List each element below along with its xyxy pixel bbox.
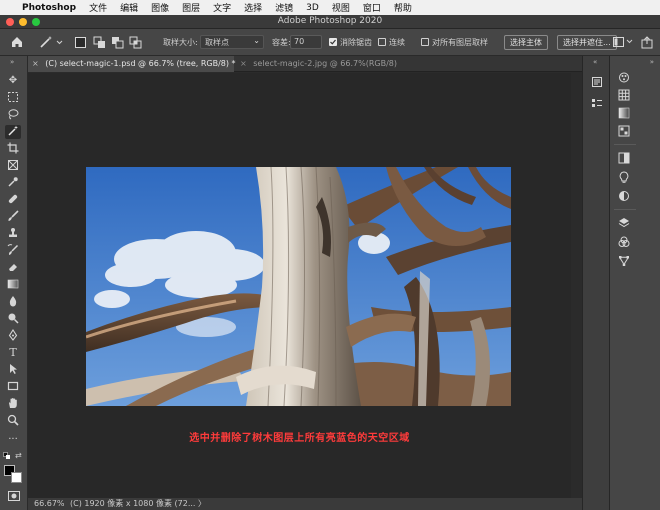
tutorial-caption: 选中并删除了树木图层上所有亮蓝色的天空区域 <box>189 433 410 444</box>
tab-select-magic-1[interactable]: × (C) select-magic-1.psd @ 66.7% (tree, … <box>28 56 236 72</box>
collapse-strip-icon[interactable]: « <box>593 58 597 66</box>
type-tool-icon[interactable]: T <box>5 346 21 360</box>
default-colors-icon[interactable] <box>3 452 11 460</box>
frame-tool-icon[interactable] <box>5 159 21 173</box>
sample-size-label: 取样大小: <box>163 38 198 47</box>
options-bar: 取样大小: 取样点 ⌄ 容差: 70 消除锯齿 连续 对所有图层取样 选择主体 … <box>0 29 660 56</box>
mac-menu-bar: Photoshop 文件 编辑 图像 图层 文字 选择 滤镜 3D 视图 窗口 … <box>0 0 660 15</box>
tab-label: (C) select-magic-1.psd @ 66.7% (tree, RG… <box>45 59 236 68</box>
brush-tool-icon[interactable] <box>5 210 21 224</box>
contiguous-checkbox[interactable] <box>378 38 386 46</box>
gradient-tool-icon[interactable] <box>5 278 21 292</box>
canvas-area[interactable]: 选中并删除了树木图层上所有亮蓝色的天空区域 <box>28 73 571 498</box>
menu-3d[interactable]: 3D <box>306 3 319 13</box>
tab-label: select-magic-2.jpg @ 66.7%(RGB/8) <box>253 59 397 68</box>
menu-window[interactable]: 窗口 <box>363 1 381 14</box>
eraser-tool-icon[interactable] <box>5 261 21 275</box>
intersect-selection-icon[interactable] <box>129 36 142 49</box>
expand-panels-icon[interactable]: » <box>650 58 654 66</box>
select-subject-button[interactable]: 选择主体 <box>504 35 548 50</box>
gradients-panel-icon[interactable] <box>617 107 631 120</box>
menu-select[interactable]: 选择 <box>244 1 262 14</box>
sample-size-select[interactable]: 取样点 ⌄ <box>200 35 264 49</box>
panels-dock: » <box>610 56 660 510</box>
tolerance-input[interactable]: 70 <box>290 35 322 49</box>
menu-view[interactable]: 视图 <box>332 1 350 14</box>
tab-select-magic-2[interactable]: × select-magic-2.jpg @ 66.7%(RGB/8) <box>236 56 416 72</box>
styles-panel-icon[interactable] <box>617 190 631 203</box>
channels-panel-icon[interactable] <box>617 236 631 249</box>
blur-tool-icon[interactable] <box>5 295 21 309</box>
magic-wand-tool-preset-icon[interactable] <box>38 35 64 49</box>
magic-wand-tool-icon[interactable] <box>5 125 21 139</box>
swap-colors-icon[interactable]: ⇄ <box>15 451 22 460</box>
add-to-selection-icon[interactable] <box>93 36 106 49</box>
zoom-level[interactable]: 66.67% <box>34 498 65 510</box>
document-image[interactable] <box>86 167 511 406</box>
antialias-label: 消除锯齿 <box>340 38 372 47</box>
dodge-tool-icon[interactable] <box>5 312 21 326</box>
patterns-panel-icon[interactable] <box>617 125 631 138</box>
antialias-checkbox[interactable] <box>329 38 337 46</box>
collapse-toolbar-icon[interactable]: » <box>10 58 14 66</box>
history-panel-icon[interactable] <box>590 76 604 89</box>
path-selection-tool-icon[interactable] <box>5 363 21 377</box>
menu-app-name[interactable]: Photoshop <box>22 3 76 13</box>
new-selection-mode-icon[interactable] <box>75 37 86 48</box>
status-bar: 66.67% (C) 1920 像素 x 1080 像素 (72... 〉 <box>28 498 582 510</box>
select-and-mask-button[interactable]: 选择并遮住... <box>557 35 617 50</box>
layers-panel-icon[interactable] <box>617 217 631 230</box>
healing-brush-tool-icon[interactable] <box>5 193 21 207</box>
sample-all-layers-label: 对所有图层取样 <box>432 38 488 47</box>
menu-help[interactable]: 帮助 <box>394 1 412 14</box>
menu-layer[interactable]: 图层 <box>182 1 200 14</box>
crop-tool-icon[interactable] <box>5 142 21 156</box>
marquee-tool-icon[interactable] <box>5 91 21 105</box>
pen-tool-icon[interactable] <box>5 328 21 343</box>
window-title: Adobe Photoshop 2020 <box>277 16 383 26</box>
tolerance-label: 容差: <box>272 38 291 47</box>
menu-filter[interactable]: 滤镜 <box>275 1 293 14</box>
menu-image[interactable]: 图像 <box>151 1 169 14</box>
close-tab-icon[interactable]: × <box>240 59 247 68</box>
chevron-down-icon: ⌄ <box>253 36 260 45</box>
share-icon[interactable] <box>641 36 653 49</box>
menu-edit[interactable]: 编辑 <box>120 1 138 14</box>
menu-file[interactable]: 文件 <box>89 1 107 14</box>
adjustments-panel-icon[interactable] <box>617 152 631 165</box>
panel-group-divider <box>614 209 636 210</box>
libraries-panel-icon[interactable] <box>617 171 631 184</box>
tolerance-value: 70 <box>294 37 305 46</box>
contiguous-label: 连续 <box>389 38 405 47</box>
swatches-panel-icon[interactable] <box>617 89 631 102</box>
background-color-swatch[interactable] <box>11 472 22 483</box>
window-title-bar: Adobe Photoshop 2020 <box>0 15 660 29</box>
rectangle-tool-icon[interactable] <box>5 380 21 394</box>
menu-type[interactable]: 文字 <box>213 1 231 14</box>
panel-group-divider <box>614 144 636 145</box>
document-info[interactable]: (C) 1920 像素 x 1080 像素 (72... 〉 <box>70 498 206 510</box>
zoom-tool-icon[interactable] <box>5 414 21 428</box>
panel-layout-icon[interactable] <box>613 37 635 48</box>
move-tool-icon[interactable]: ✥ <box>5 74 21 88</box>
quick-mask-icon[interactable] <box>8 491 20 501</box>
close-tab-icon[interactable]: × <box>32 59 39 68</box>
history-brush-tool-icon[interactable] <box>5 244 21 258</box>
clone-stamp-tool-icon[interactable] <box>5 227 21 241</box>
color-panel-icon[interactable] <box>617 71 631 84</box>
sample-all-layers-checkbox[interactable] <box>421 38 429 46</box>
collapsed-panels-strip: « <box>582 56 610 510</box>
document-tabs: × (C) select-magic-1.psd @ 66.7% (tree, … <box>28 56 582 72</box>
eyedropper-tool-icon[interactable] <box>5 176 21 190</box>
hand-tool-icon[interactable] <box>5 397 21 411</box>
home-icon[interactable] <box>10 35 24 49</box>
more-tools-icon[interactable]: ··· <box>5 433 21 447</box>
sample-size-value: 取样点 <box>205 38 229 47</box>
tools-panel: » ✥ T ··· ⇄ <box>0 56 28 510</box>
paths-panel-icon[interactable] <box>617 255 631 268</box>
tree-photo <box>86 167 511 406</box>
properties-panel-icon[interactable] <box>590 97 604 110</box>
lasso-tool-icon[interactable] <box>5 108 21 122</box>
subtract-from-selection-icon[interactable] <box>111 36 124 49</box>
